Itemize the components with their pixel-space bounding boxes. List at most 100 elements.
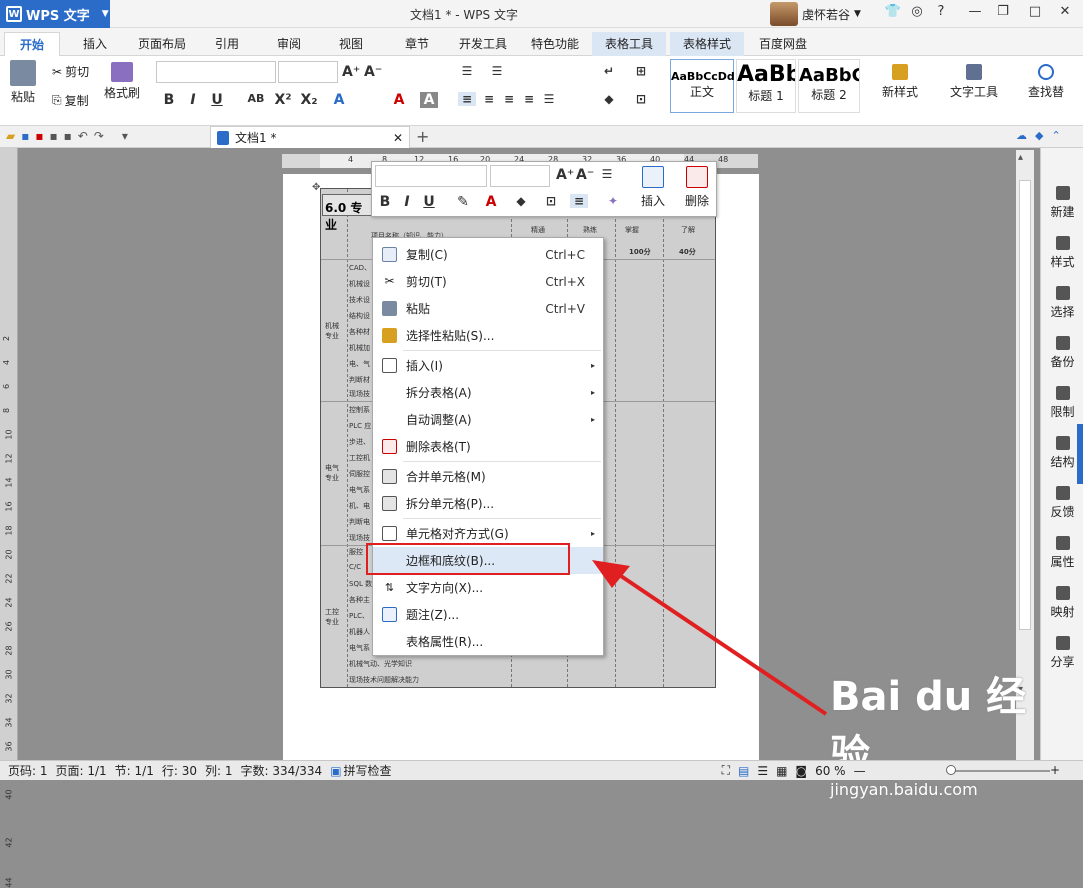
menu-item-merge-cells[interactable]: 合并单元格(M) (373, 463, 603, 490)
distribute-button[interactable]: ☰ (540, 92, 558, 106)
tab-table-style[interactable]: 表格样式 (670, 32, 744, 56)
document-tab[interactable]: 文档1 * ✕ (210, 126, 410, 148)
text-effect-button[interactable]: A (330, 92, 348, 108)
table-move-handle-icon[interactable]: ✥ (312, 182, 320, 193)
menu-item-paste[interactable]: 粘贴 Ctrl+V (373, 295, 603, 322)
status-word-count[interactable]: 字数: 334/334 (240, 762, 322, 779)
redo-icon[interactable]: ↷ (94, 129, 104, 143)
panel-toggle[interactable] (1077, 424, 1083, 484)
chevron-up-icon[interactable]: ▴ (1018, 152, 1023, 163)
help-icon[interactable]: ? (928, 4, 954, 24)
open-icon[interactable]: ▰ (6, 129, 15, 143)
menu-item-copy[interactable]: 复制(C) Ctrl+C (373, 241, 603, 268)
share-icon[interactable]: ◆ (1035, 129, 1043, 142)
menu-item-split-table[interactable]: 拆分表格(A) ▸ (373, 379, 603, 406)
web-view-icon[interactable]: ▦ (776, 764, 787, 778)
find-replace-button[interactable]: 查找替 (1028, 64, 1064, 100)
menu-item-paste-special[interactable]: 选择性粘贴(S)... (373, 322, 603, 349)
mini-delete-button[interactable]: 删除 (678, 166, 716, 209)
new-tab-icon[interactable]: + (416, 127, 429, 146)
mini-shrink-font-button[interactable]: A⁻ (576, 167, 594, 183)
bold-button[interactable]: B (160, 92, 178, 108)
mini-underline-button[interactable]: U (420, 194, 438, 210)
close-icon[interactable]: ✕ (1052, 4, 1078, 24)
panel-style[interactable]: 样式 (1041, 236, 1083, 270)
menu-item-cut[interactable]: ✂ 剪切(T) Ctrl+X (373, 268, 603, 295)
panel-select[interactable]: 选择 (1041, 286, 1083, 320)
shirt-icon[interactable]: 👕 (880, 4, 906, 24)
mini-align-button[interactable]: ≡ (570, 194, 588, 208)
superscript-button[interactable]: X² (274, 92, 292, 108)
border-button[interactable]: ⊡ (632, 92, 650, 106)
text-tools-button[interactable]: 文字工具 (950, 64, 998, 100)
align-center-button[interactable]: ≡ (480, 92, 498, 106)
undo-icon[interactable]: ↶ (78, 129, 88, 143)
minimize-icon[interactable]: — (962, 4, 988, 24)
cloud-icon[interactable]: ☁ (1016, 129, 1027, 142)
menu-item-insert[interactable]: 插入(I) ▸ (373, 352, 603, 379)
style-heading-2[interactable]: AaBbC 标题 2 (798, 59, 860, 113)
panel-backup[interactable]: 备份 (1041, 336, 1083, 370)
tab-developer[interactable]: 开发工具 (452, 32, 514, 56)
show-marks-button[interactable]: ↵ (600, 64, 618, 78)
new-style-button[interactable]: 新样式 (882, 64, 918, 100)
page-view-icon[interactable]: ▤ (738, 764, 749, 778)
mini-shading-button[interactable]: ◆ (512, 194, 530, 208)
pdf-icon[interactable]: ▪ (35, 129, 43, 143)
align-right-button[interactable]: ≡ (500, 92, 518, 106)
mini-size-select[interactable] (490, 165, 550, 187)
chevron-up-icon[interactable]: ⌃ (1051, 129, 1060, 142)
panel-mapping[interactable]: 映射 (1041, 586, 1083, 620)
read-view-icon[interactable]: ◙ (795, 764, 807, 778)
save-icon[interactable]: ▪ (21, 129, 29, 143)
close-tab-icon[interactable]: ✕ (393, 131, 403, 145)
style-normal[interactable]: AaBbCcDd 正文 (670, 59, 735, 113)
mini-font-select[interactable] (375, 165, 487, 187)
mini-line-spacing-button[interactable]: ☰ (598, 167, 616, 181)
zoom-in-icon[interactable]: + (1050, 763, 1060, 777)
strikethrough-button[interactable]: AB (244, 92, 268, 105)
subscript-button[interactable]: X₂ (300, 92, 318, 108)
italic-button[interactable]: I (184, 92, 202, 108)
menu-item-table-properties[interactable]: 表格属性(R)... (373, 628, 603, 655)
tab-view[interactable]: 视图 (326, 32, 376, 56)
tab-home[interactable]: 开始 (4, 32, 60, 56)
user-account[interactable]: 虔怀若谷 ▼ (770, 2, 861, 26)
menu-item-text-direction[interactable]: ⇅ 文字方向(X)... (373, 574, 603, 601)
maximize-icon[interactable]: □ (1022, 4, 1048, 24)
panel-properties[interactable]: 属性 (1041, 536, 1083, 570)
menu-item-auto-fit[interactable]: 自动调整(A) ▸ (373, 406, 603, 433)
format-painter-button[interactable]: 格式刷 (104, 62, 140, 101)
menu-item-split-cells[interactable]: 拆分单元格(P)... (373, 490, 603, 517)
mini-format-painter-button[interactable]: ✦ (604, 194, 622, 208)
tab-references[interactable]: 引用 (202, 32, 252, 56)
chevron-down-icon[interactable]: ▾ (122, 129, 128, 143)
font-name-select[interactable] (156, 61, 276, 83)
print-preview-icon[interactable]: ▪ (64, 129, 72, 143)
weibo-icon[interactable]: ◎ (904, 4, 930, 24)
grow-font-button[interactable]: A⁺ (342, 64, 360, 80)
mini-insert-button[interactable]: 插入 (634, 166, 672, 209)
char-shading-button[interactable]: A (420, 92, 438, 108)
underline-button[interactable]: U (208, 92, 226, 108)
restore-icon[interactable]: ❐ (990, 4, 1016, 24)
panel-new[interactable]: 新建 (1041, 186, 1083, 220)
mini-border-button[interactable]: ⊡ (542, 194, 560, 208)
cut-button[interactable]: ✂ 剪切 (52, 63, 89, 80)
status-spell-check[interactable]: 拼写检查 (344, 762, 392, 779)
tab-table-tools[interactable]: 表格工具 (592, 32, 666, 56)
mini-italic-button[interactable]: I (398, 194, 416, 210)
mini-bold-button[interactable]: B (376, 194, 394, 210)
copy-button[interactable]: ⎘ 复制 (52, 92, 89, 109)
paste-button[interactable]: 粘贴 (10, 60, 36, 105)
panel-feedback[interactable]: 反馈 (1041, 486, 1083, 520)
mini-highlight-button[interactable]: ✎ (454, 194, 472, 210)
mini-grow-font-button[interactable]: A⁺ (556, 167, 574, 183)
scrollbar-thumb[interactable] (1019, 180, 1031, 630)
tab-review[interactable]: 审阅 (264, 32, 314, 56)
justify-button[interactable]: ≡ (520, 92, 538, 106)
mini-font-color-button[interactable]: A (482, 194, 500, 210)
app-menu-button[interactable]: W WPS 文字 ▼ (0, 0, 110, 28)
align-left-button[interactable]: ≡ (458, 92, 476, 106)
tab-features[interactable]: 特色功能 (524, 32, 586, 56)
